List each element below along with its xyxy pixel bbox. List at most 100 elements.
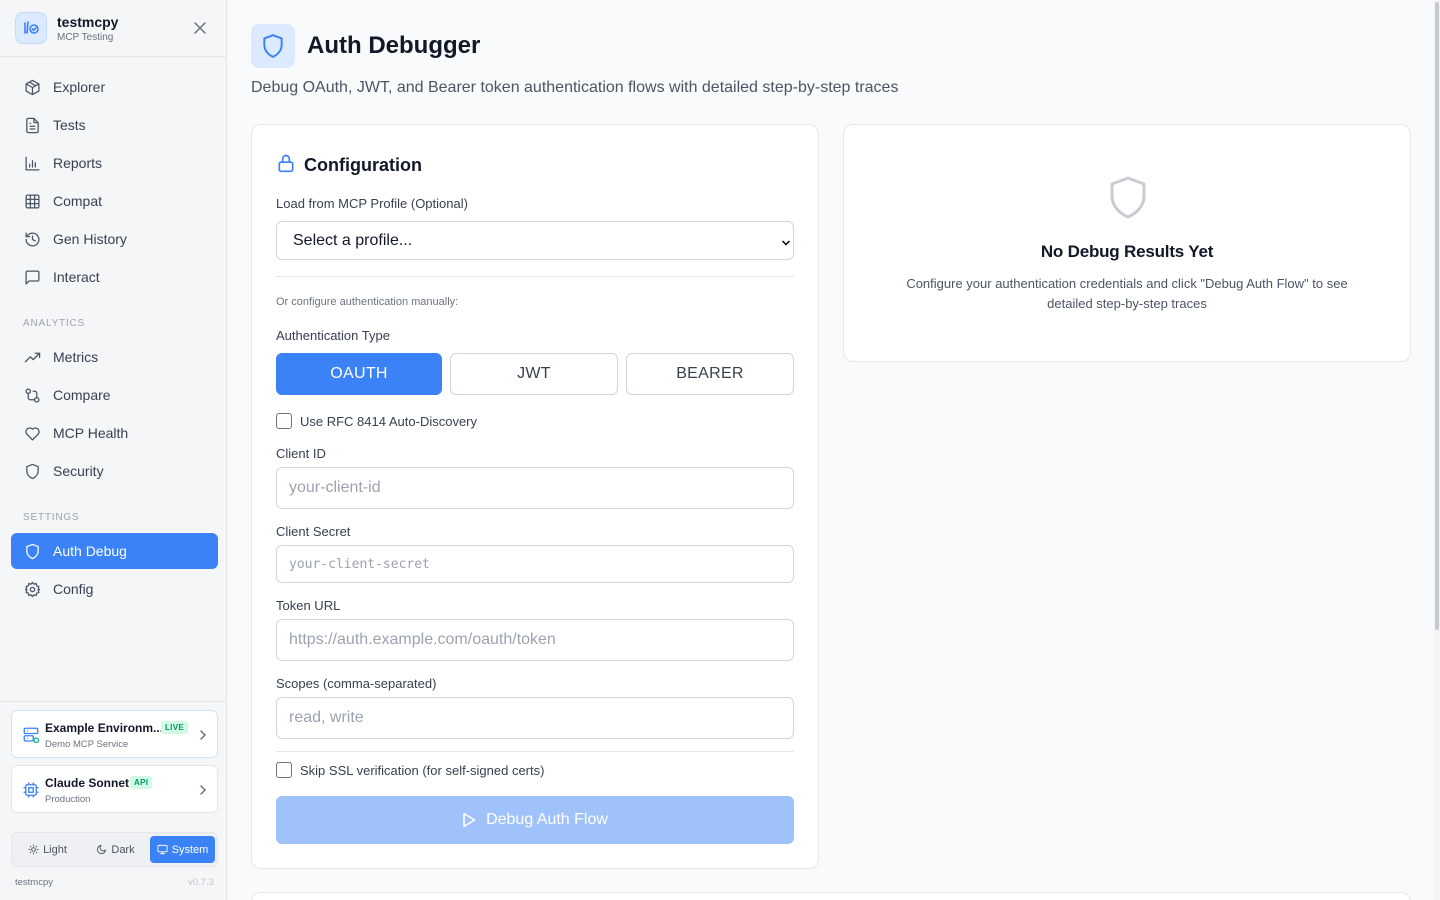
sidebar-item-label: Security [53,463,104,479]
theme-switcher: Light Dark System [11,832,218,867]
sidebar-item-compare[interactable]: Compare [11,377,218,413]
sidebar-item-mcp-health[interactable]: MCP Health [11,415,218,451]
message-square-icon [23,268,41,286]
skip-ssl-row: Skip SSL verification (for self-signed c… [276,762,544,778]
manual-config-hint: Or configure authentication manually: [276,296,459,308]
play-icon [463,812,476,828]
sidebar-item-label: Interact [53,269,100,285]
theme-dark-label: Dark [111,843,135,856]
app-name: testmcpy [57,14,119,30]
bar-chart-icon [23,154,41,172]
profile-label: Load from MCP Profile (Optional) [276,196,468,211]
heart-icon [23,424,41,442]
lock-icon [276,153,296,178]
theme-system-button[interactable]: System [150,836,215,863]
scopes-label: Scopes (comma-separated) [276,676,437,691]
theme-system-label: System [171,843,209,856]
sidebar-item-label: Explorer [53,79,106,95]
app-subtitle: MCP Testing [57,32,114,43]
theme-light-button[interactable]: Light [15,836,80,863]
environment-subtitle: Demo MCP Service [45,739,129,750]
shield-icon [23,462,41,480]
environment-selector[interactable]: Example Environm... LIVE Demo MCP Servic… [11,710,218,758]
sidebar-item-label: Reports [53,155,103,171]
shield-icon [1108,175,1148,226]
sidebar-item-label: Compare [53,387,111,403]
shield-icon [251,24,295,68]
cube-icon [23,78,41,96]
theme-light-label: Light [43,843,67,856]
sidebar: testmcpy MCP Testing Explorer Tests Repo… [0,0,227,900]
configuration-panel: Configuration Load from MCP Profile (Opt… [251,124,819,869]
file-text-icon [23,116,41,134]
sidebar-item-explorer[interactable]: Explorer [11,69,218,105]
debug-auth-flow-button[interactable]: Debug Auth Flow [276,796,794,844]
rfc-discovery-row: Use RFC 8414 Auto-Discovery [276,413,477,429]
empty-state-title: No Debug Results Yet [1040,242,1214,261]
close-icon [194,22,206,34]
scopes-input[interactable]: read, write [276,697,794,739]
divider [276,751,794,752]
environment-name: Example Environm... [45,721,164,735]
skip-ssl-label: Skip SSL verification (for self-signed c… [300,762,545,778]
app-logo-icon [15,12,47,44]
debug-auth-flow-label: Debug Auth Flow [486,811,608,828]
sidebar-item-label: Metrics [53,349,99,365]
sidebar-item-gen-history[interactable]: Gen History [11,221,218,257]
sidebar-item-security[interactable]: Security [11,453,218,489]
moon-icon [97,844,107,854]
grid-icon [23,192,41,210]
theme-dark-button[interactable]: Dark [83,836,148,863]
shield-icon [23,542,41,560]
sidebar-item-auth-debug[interactable]: Auth Debug [11,533,218,569]
client-id-label: Client ID [276,446,326,461]
sidebar-item-label: MCP Health [53,425,129,441]
sidebar-item-interact[interactable]: Interact [11,259,218,295]
sidebar-item-reports[interactable]: Reports [11,145,218,181]
sidebar-item-tests[interactable]: Tests [11,107,218,143]
model-subtitle: Production [45,794,91,805]
sidebar-item-label: Gen History [53,231,127,247]
sidebar-item-metrics[interactable]: Metrics [11,339,218,375]
auth-type-label: Authentication Type [276,328,390,343]
client-secret-label: Client Secret [276,524,351,539]
traces-panel [251,892,1411,900]
sidebar-item-config[interactable]: Config [11,571,218,607]
auth-type-jwt-button[interactable]: JWT [450,353,618,395]
profile-select[interactable]: Select a profile... [276,221,794,260]
token-url-label: Token URL [276,598,341,613]
auth-type-oauth-button[interactable]: OAUTH [276,353,442,395]
auth-type-bearer-button[interactable]: BEARER [626,353,794,395]
model-selector[interactable]: Claude Sonnet API Production [11,765,218,813]
client-id-input[interactable]: your-client-id [276,467,794,509]
live-badge: LIVE [161,721,188,734]
skip-ssl-checkbox[interactable] [276,762,292,778]
api-badge: API [130,776,153,789]
page-scrollbar-thumb[interactable] [1435,2,1439,630]
sidebar-item-label: Config [53,581,94,597]
client-secret-input[interactable]: your-client-secret [276,545,794,583]
page-title: Auth Debugger [307,32,481,59]
profile-select-value: Select a profile... [293,231,413,249]
sidebar-item-label: Compat [53,193,103,209]
divider [276,276,794,277]
token-url-input[interactable]: https://auth.example.com/oauth/token [276,619,794,661]
sidebar-item-label: Tests [53,117,86,133]
sidebar-item-label: Auth Debug [53,543,127,559]
close-sidebar-button[interactable] [191,19,209,37]
results-panel: No Debug Results Yet Configure your auth… [843,124,1411,362]
cpu-icon [22,781,40,799]
footer-app-name: testmcpy [15,877,54,888]
sidebar-header: testmcpy MCP Testing [0,0,226,57]
chevron-right-icon [199,783,207,801]
sidebar-item-compat[interactable]: Compat [11,183,218,219]
page-description: Debug OAuth, JWT, and Bearer token authe… [251,79,899,96]
main-content: Auth Debugger Debug OAuth, JWT, and Bear… [227,0,1440,900]
rfc-discovery-label: Use RFC 8414 Auto-Discovery [300,413,478,429]
server-icon [22,726,40,744]
trending-up-icon [23,348,41,366]
configuration-title: Configuration [304,155,422,175]
settings-heading: SETTINGS [23,512,80,523]
chevron-down-icon [781,235,791,253]
rfc-discovery-checkbox[interactable] [276,413,292,429]
